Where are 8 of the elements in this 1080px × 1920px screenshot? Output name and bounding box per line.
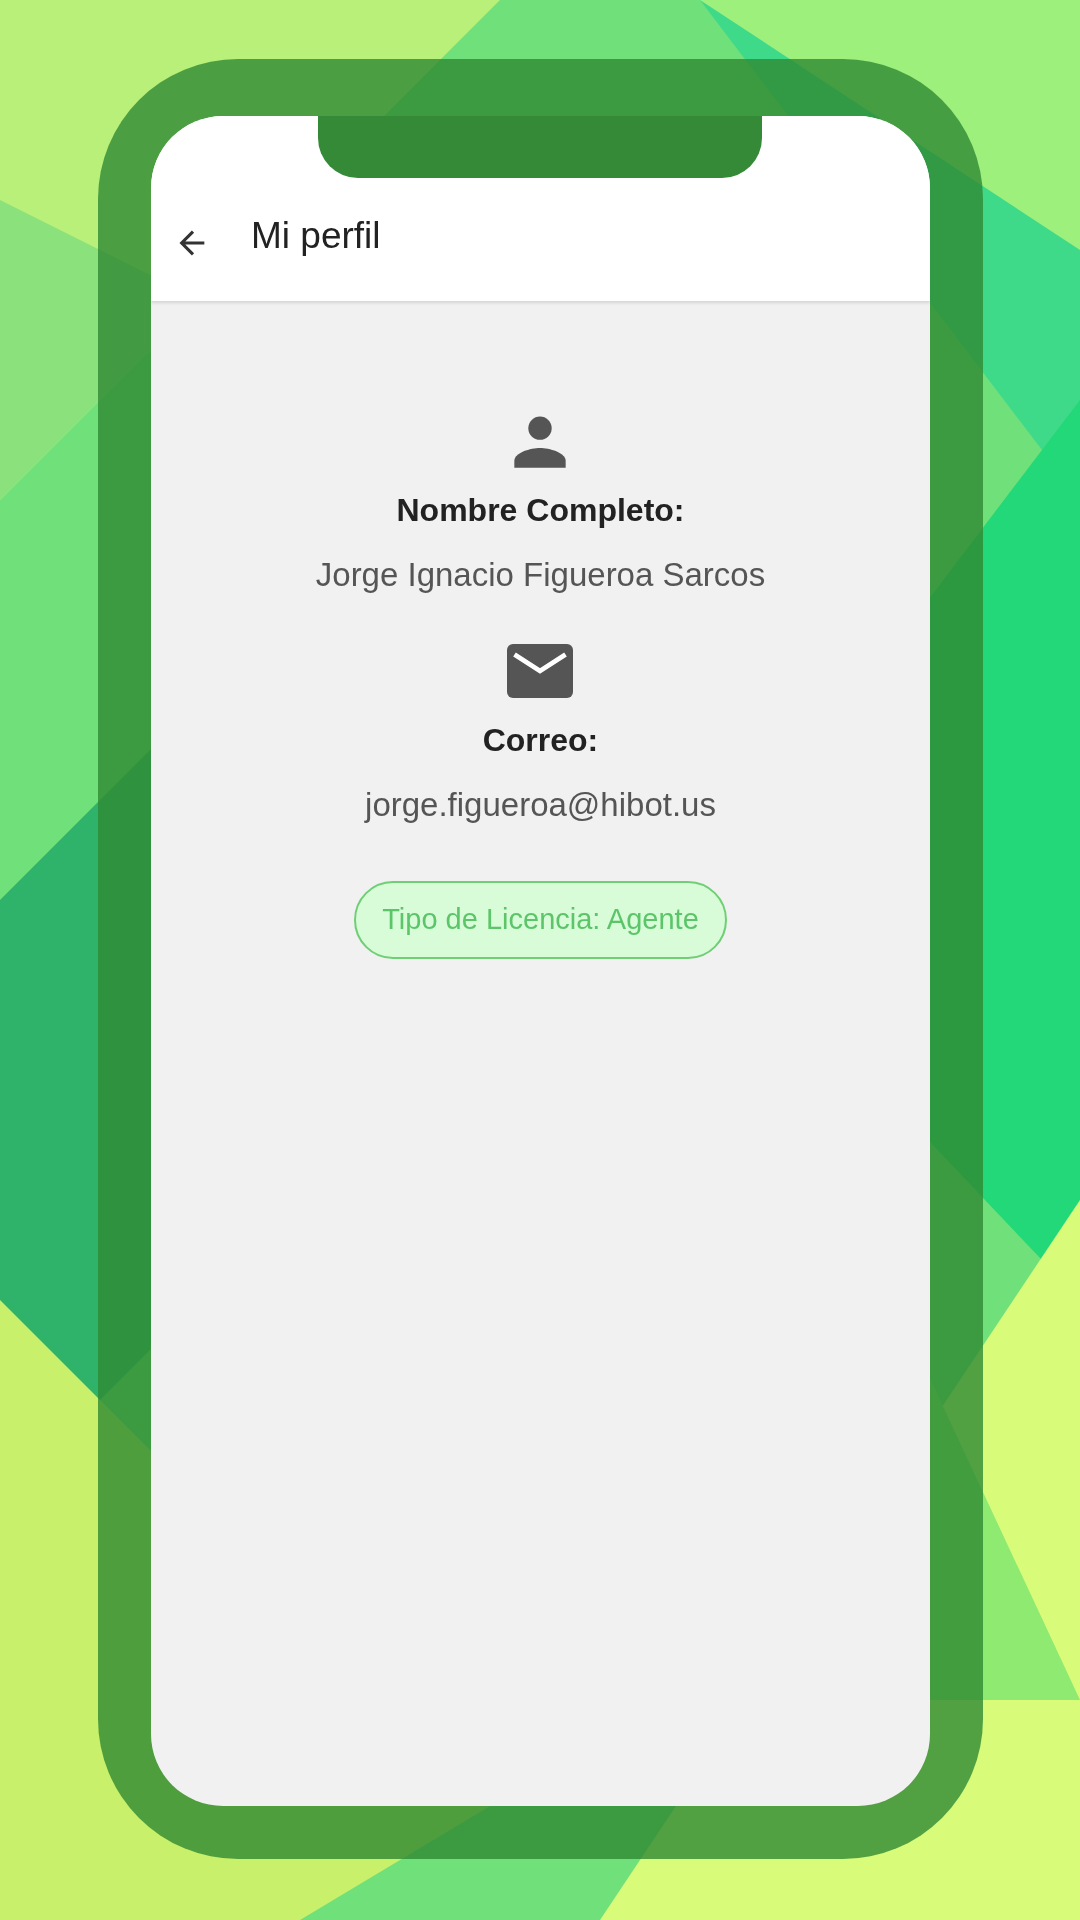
field-label: Nombre Completo:	[396, 491, 685, 530]
field-value: jorge.figueroa@hibot.us	[365, 784, 716, 825]
license-badge: Tipo de Licencia: Agente	[354, 881, 727, 959]
field-label: Correo:	[482, 720, 599, 760]
field-value: Jorge Ignacio Figueroa Sarcos	[315, 555, 766, 595]
person-icon	[512, 414, 569, 468]
mail-icon	[507, 643, 574, 698]
page-title: Mi perfil	[251, 213, 381, 258]
